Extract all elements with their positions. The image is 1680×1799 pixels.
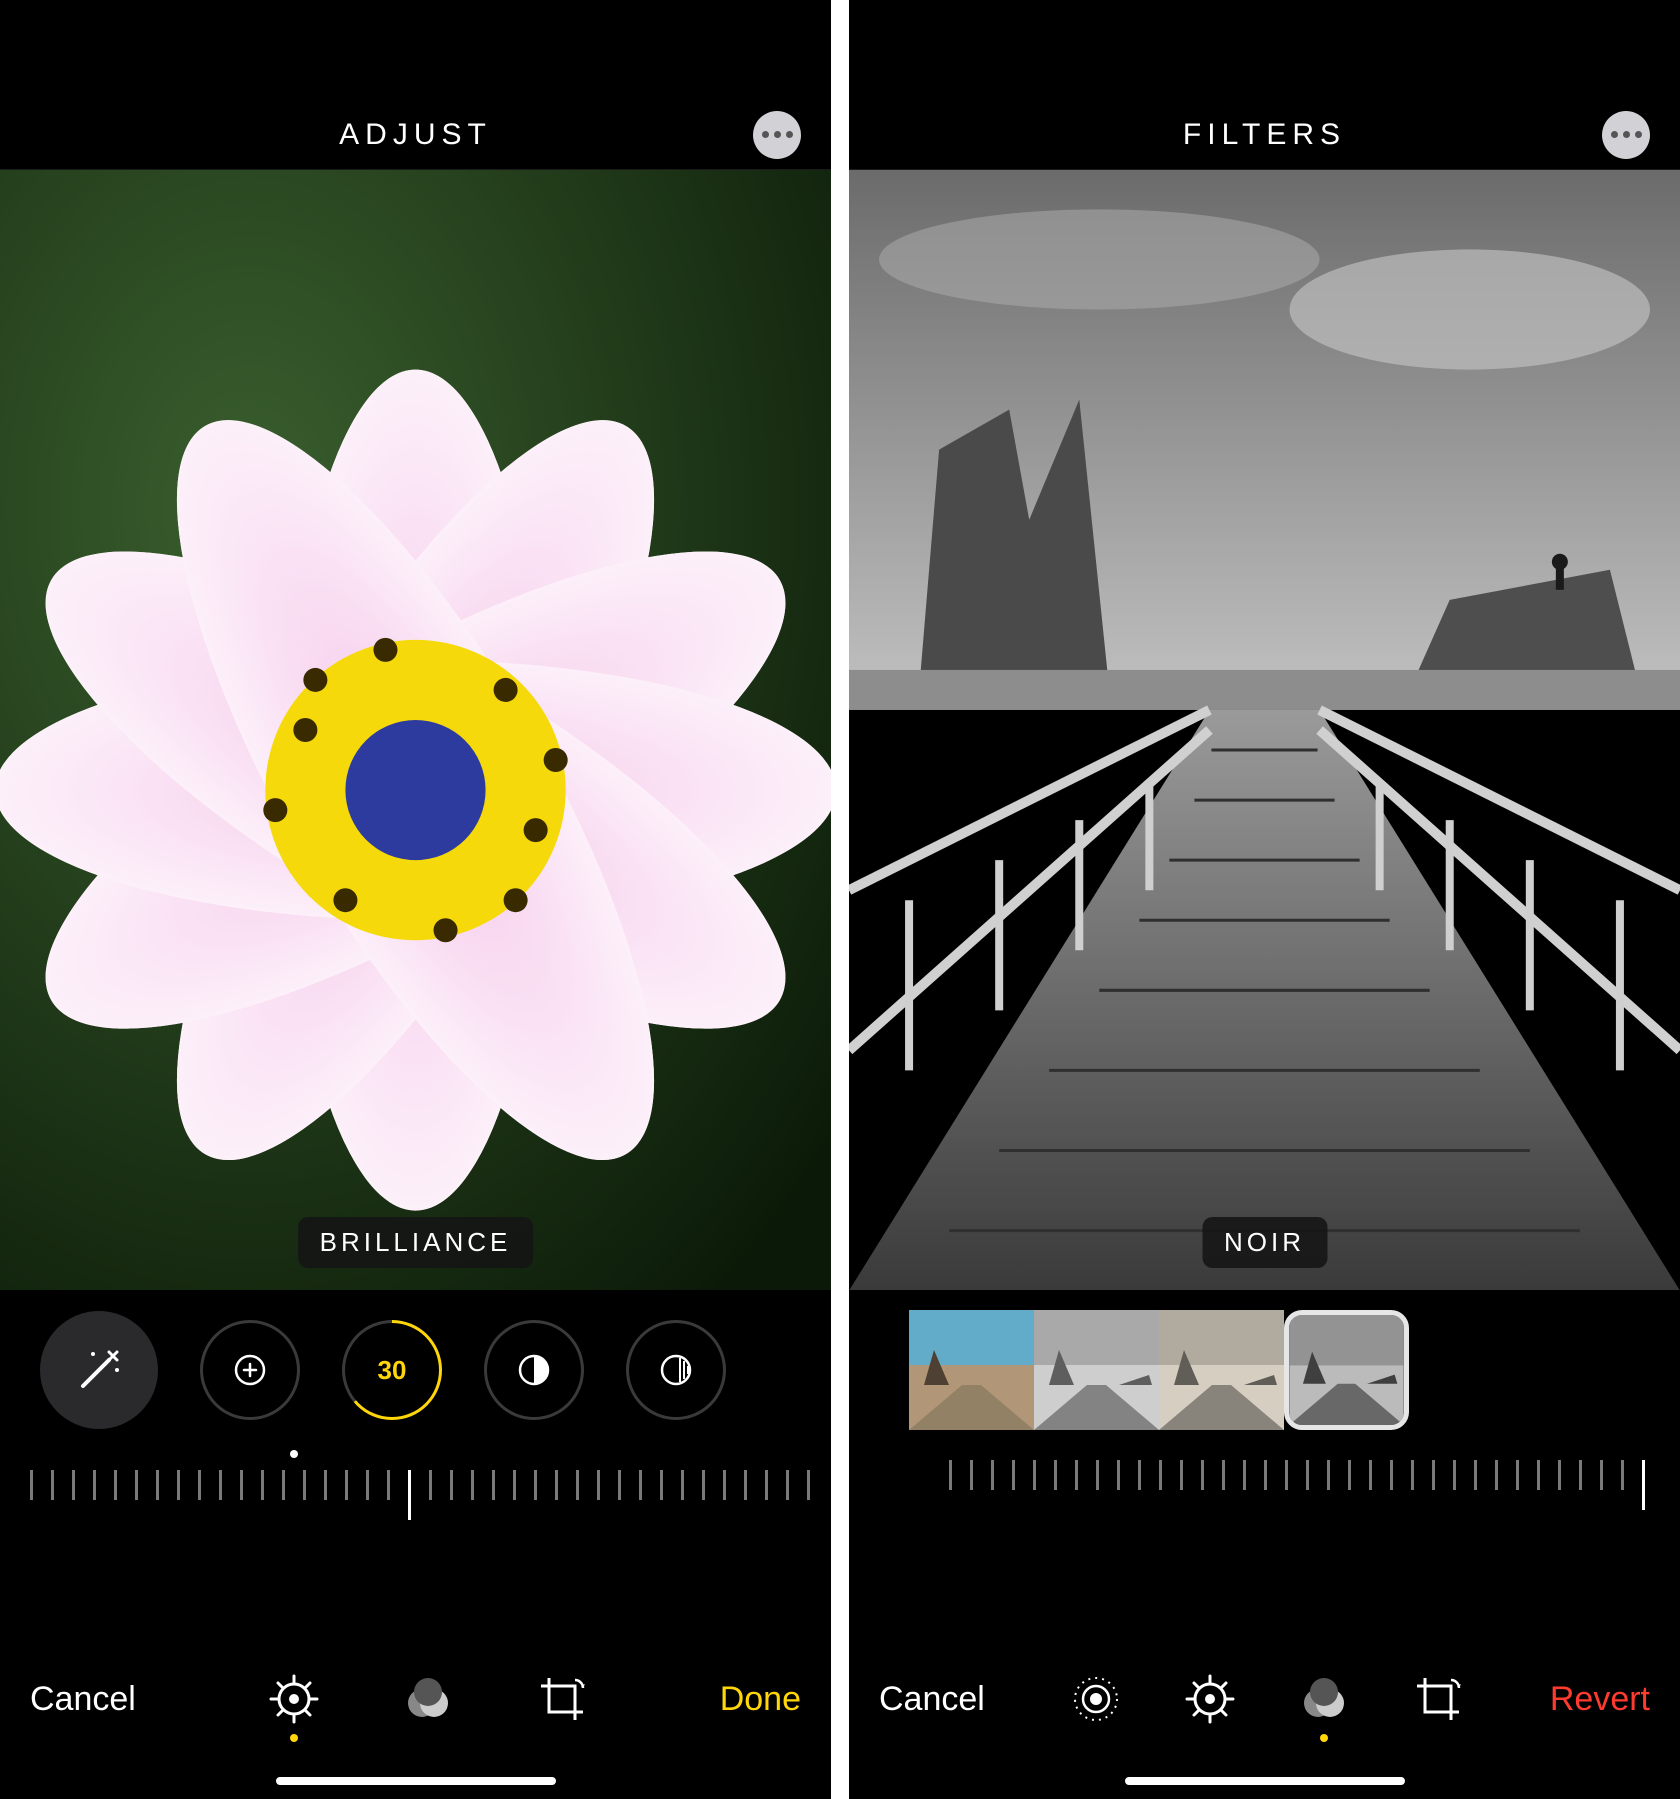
- filter-thumb-image: [1289, 1315, 1404, 1425]
- live-icon: [1069, 1672, 1123, 1726]
- filters-icon: [1297, 1672, 1351, 1726]
- editor-tabs: [146, 1672, 710, 1726]
- exposure-dial[interactable]: [200, 1320, 300, 1420]
- filter-name-label: NOIR: [1202, 1217, 1327, 1268]
- cancel-button[interactable]: Cancel: [30, 1680, 136, 1719]
- filter-thumb-image: [1034, 1310, 1159, 1430]
- done-button[interactable]: Done: [720, 1680, 801, 1719]
- value-slider[interactable]: [0, 1450, 831, 1530]
- adjust-icon: [267, 1672, 321, 1726]
- phone-adjust-screen: ADJUST: [0, 0, 831, 1799]
- adjust-icon: [1183, 1672, 1237, 1726]
- filter-thumb-image: [1159, 1310, 1284, 1430]
- editor-footer: Cancel: [849, 1639, 1680, 1799]
- filters-icon: [401, 1672, 455, 1726]
- live-photo-tab[interactable]: [1069, 1672, 1123, 1726]
- crop-icon: [535, 1672, 589, 1726]
- filter-thumb[interactable]: [909, 1310, 1034, 1430]
- cancel-button[interactable]: Cancel: [879, 1680, 985, 1719]
- adjust-tab[interactable]: [267, 1672, 321, 1726]
- auto-enhance-button[interactable]: [40, 1311, 158, 1429]
- exposure-icon: [226, 1346, 274, 1394]
- adjust-tab[interactable]: [1183, 1672, 1237, 1726]
- wand-icon: [75, 1346, 123, 1394]
- filter-thumb-selected[interactable]: [1284, 1310, 1409, 1430]
- intensity-slider[interactable]: [849, 1460, 1680, 1520]
- photo-preview[interactable]: NOIR: [849, 170, 1680, 1290]
- ellipsis-icon: [1611, 131, 1618, 138]
- home-indicator[interactable]: [276, 1777, 556, 1785]
- editor-header: FILTERS: [849, 100, 1680, 170]
- ruins-bridge-image: [849, 170, 1680, 1290]
- slider-thumb[interactable]: [1642, 1460, 1645, 1510]
- status-bar: [0, 0, 831, 100]
- filters-tab[interactable]: [1297, 1672, 1351, 1726]
- filters-tab[interactable]: [401, 1672, 455, 1726]
- adjustment-name-label: BRILLIANCE: [298, 1217, 534, 1268]
- filter-thumbnails-row[interactable]: [849, 1290, 1680, 1450]
- home-indicator[interactable]: [1125, 1777, 1405, 1785]
- editor-header: ADJUST: [0, 100, 831, 170]
- editor-footer: Cancel: [0, 1639, 831, 1799]
- adjustment-dials-row[interactable]: 30: [0, 1290, 831, 1450]
- header-title: ADJUST: [339, 118, 492, 152]
- slider-thumb[interactable]: [408, 1470, 411, 1520]
- brilliance-value: 30: [345, 1323, 439, 1417]
- highlights-dial[interactable]: [484, 1320, 584, 1420]
- highlights-icon: [510, 1346, 558, 1394]
- brilliance-dial[interactable]: 30: [342, 1320, 442, 1420]
- phone-filters-screen: FILTERS: [849, 0, 1680, 1799]
- status-bar: [849, 0, 1680, 100]
- ellipsis-icon: [762, 131, 769, 138]
- filter-thumb-image: [909, 1310, 1034, 1430]
- more-button[interactable]: [1602, 111, 1650, 159]
- shadows-icon: [652, 1346, 700, 1394]
- revert-button[interactable]: Revert: [1550, 1680, 1650, 1719]
- more-button[interactable]: [753, 111, 801, 159]
- crop-tab[interactable]: [1411, 1672, 1465, 1726]
- editor-tabs: [995, 1672, 1540, 1726]
- flower-image: [0, 170, 831, 1290]
- crop-icon: [1411, 1672, 1465, 1726]
- filter-thumb[interactable]: [1034, 1310, 1159, 1430]
- slider-ticks: [0, 1470, 831, 1520]
- header-title: FILTERS: [1183, 118, 1346, 152]
- slider-default-dot: [290, 1450, 298, 1458]
- filter-thumb[interactable]: [1159, 1310, 1284, 1430]
- shadows-dial[interactable]: [626, 1320, 726, 1420]
- crop-tab[interactable]: [535, 1672, 589, 1726]
- photo-preview[interactable]: BRILLIANCE: [0, 170, 831, 1290]
